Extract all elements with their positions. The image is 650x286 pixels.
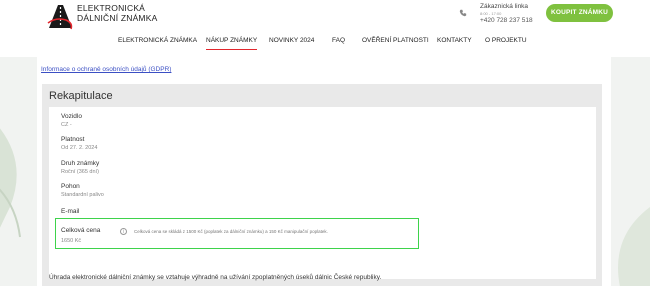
- support-phone[interactable]: +420 728 237 518: [480, 17, 533, 25]
- nav-item-elektronicka-znamka[interactable]: ELEKTRONICKÁ ZNÁMKA: [118, 32, 197, 50]
- vignette-type-label: Druh známky: [61, 160, 100, 167]
- brand-line2: DÁLNIČNÍ ZNÁMKA: [77, 12, 158, 23]
- validity-value: Od 27. 2. 2024: [61, 145, 98, 151]
- gdpr-link[interactable]: Informace o ochraně osobních údajů (GDPR…: [41, 66, 171, 73]
- total-price-value: 1650 Kč: [61, 238, 82, 244]
- site-header: ELEKTRONICKÁ DÁLNIČNÍ ZNÁMKA Zákaznická …: [0, 0, 650, 57]
- support-label: Zákaznická linka: [480, 3, 529, 10]
- main-nav: ELEKTRONICKÁ ZNÁMKA NÁKUP ZNÁMKY NOVINKY…: [0, 32, 650, 50]
- phone-icon: [459, 9, 467, 17]
- nav-item-overeni-platnosti[interactable]: OVĚŘENÍ PLATNOSTI: [362, 32, 429, 50]
- total-price-note: Celková cena se skládá z 1500 Kč (poplat…: [134, 229, 328, 234]
- recap-panel: Rekapitulace Vozidlo CZ - Platnost Od 27…: [42, 84, 602, 286]
- logo-icon[interactable]: [46, 3, 75, 30]
- validity-label: Platnost: [61, 136, 85, 143]
- customer-support: Zákaznická linka 8:00 - 17:00 +420 728 2…: [480, 3, 533, 24]
- nav-item-kontakty[interactable]: KONTAKTY: [437, 32, 472, 50]
- leaf-decoration: [0, 128, 21, 238]
- fuel-value: Standardní palivo: [61, 192, 104, 198]
- total-price-box: Celková cena i Celková cena se skládá z …: [55, 218, 419, 249]
- vehicle-value: CZ -: [61, 122, 72, 128]
- nav-item-novinky-2024[interactable]: NOVINKY 2024: [269, 32, 314, 50]
- brand-name[interactable]: ELEKTRONICKÁ DÁLNIČNÍ ZNÁMKA: [77, 3, 158, 23]
- total-price-label: Celková cena: [61, 227, 101, 234]
- email-label: E-mail: [61, 208, 80, 215]
- nav-item-nakup-znamky[interactable]: NÁKUP ZNÁMKY: [206, 32, 258, 50]
- fuel-label: Pohon: [61, 183, 80, 190]
- buy-vignette-button[interactable]: KOUPIT ZNÁMKU: [546, 4, 613, 22]
- nav-item-faq[interactable]: FAQ: [332, 32, 345, 50]
- nav-item-o-projektu[interactable]: O PROJEKTU: [485, 32, 527, 50]
- recap-details: Vozidlo CZ - Platnost Od 27. 2. 2024 Dru…: [49, 107, 596, 279]
- recap-title: Rekapitulace: [49, 90, 113, 102]
- vignette-type-value: Roční (365 dní): [61, 169, 99, 175]
- vehicle-label: Vozidlo: [61, 113, 82, 120]
- info-icon[interactable]: i: [120, 228, 127, 235]
- usage-note: Úhrada elektronické dálniční známky se v…: [49, 274, 382, 281]
- main-content: Informace o ochraně osobních údajů (GDPR…: [37, 57, 611, 286]
